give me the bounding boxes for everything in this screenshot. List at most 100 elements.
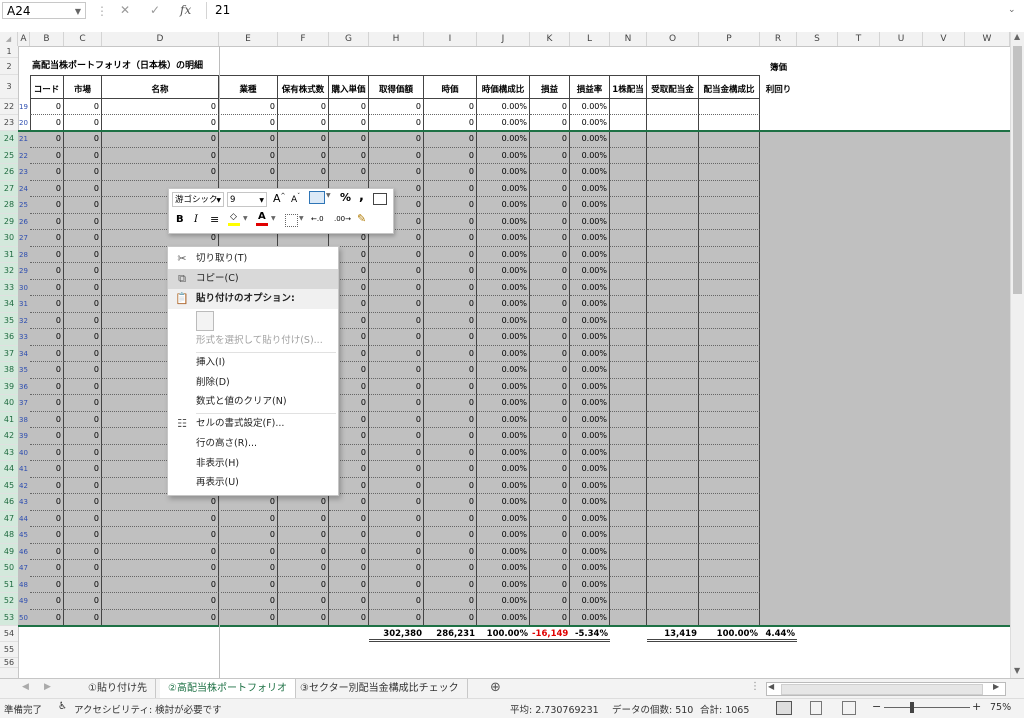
table-cell[interactable]: 0 (64, 115, 102, 131)
total-ratio[interactable]: 100.00% (477, 626, 530, 642)
table-cell[interactable]: 0.00% (477, 147, 530, 164)
row-no[interactable]: 38 (18, 411, 30, 428)
table-cell[interactable]: 0 (329, 510, 369, 527)
row-no[interactable]: 28 (18, 246, 30, 263)
row-header-35[interactable]: 35 (0, 312, 18, 329)
tab-portfolio[interactable]: ②高配当株ポートフォリオ (160, 679, 296, 700)
menu-item-copy[interactable]: ⧉ コピー(C) (168, 269, 338, 289)
table-cell[interactable]: 0.00% (570, 115, 610, 131)
table-cell[interactable]: 0 (30, 461, 64, 478)
table-cell[interactable]: 0.00% (477, 296, 530, 313)
table-cell[interactable] (699, 444, 760, 461)
table-cell[interactable]: 0.00% (570, 99, 610, 115)
table-cell[interactable] (610, 296, 647, 313)
table-cell[interactable] (647, 131, 699, 148)
table-cell[interactable]: 0 (369, 312, 424, 329)
table-cell[interactable]: 0 (424, 131, 477, 148)
table-cell[interactable]: 0 (424, 378, 477, 395)
table-cell[interactable]: 0 (424, 263, 477, 280)
table-cell[interactable] (610, 593, 647, 610)
decrease-font-icon[interactable]: Aˇ (291, 193, 300, 205)
table-cell[interactable]: 0.00% (570, 428, 610, 445)
row-header-42[interactable]: 42 (0, 428, 18, 445)
next-sheet-icon[interactable]: ▶ (44, 682, 51, 692)
column-header-f[interactable]: F (278, 32, 329, 46)
row-no[interactable]: 30 (18, 279, 30, 296)
table-cell[interactable]: 0 (64, 362, 102, 379)
table-cell[interactable] (610, 147, 647, 164)
selected-cell[interactable] (760, 461, 1010, 478)
table-cell[interactable]: 0 (219, 115, 278, 131)
row-no[interactable]: 42 (18, 477, 30, 494)
bold-icon[interactable]: B (176, 214, 184, 225)
table-cell[interactable]: 0 (278, 147, 329, 164)
row-header-41[interactable]: 41 (0, 411, 18, 428)
table-cell[interactable]: 0 (424, 230, 477, 247)
table-cell[interactable] (699, 609, 760, 626)
table-cell[interactable]: 0.00% (477, 543, 530, 560)
table-cell[interactable]: 0.00% (477, 560, 530, 577)
table-cell[interactable]: 0 (369, 428, 424, 445)
row-no[interactable]: 39 (18, 428, 30, 445)
table-cell[interactable]: 0 (530, 362, 570, 379)
row-header-1[interactable]: 1 (0, 46, 18, 58)
table-cell[interactable]: 0.00% (570, 213, 610, 230)
table-cell[interactable] (610, 609, 647, 626)
table-cell[interactable]: 0 (219, 527, 278, 544)
table-cell[interactable]: 0 (30, 147, 64, 164)
scroll-down-icon[interactable]: ▼ (1014, 666, 1020, 675)
table-cell[interactable] (647, 395, 699, 412)
table-cell[interactable]: 0 (64, 560, 102, 577)
table-cell[interactable] (699, 477, 760, 494)
table-cell[interactable] (647, 428, 699, 445)
expand-formula-icon[interactable]: ⌄ (1008, 5, 1016, 15)
table-cell[interactable]: 0 (102, 164, 219, 181)
table-cell[interactable]: 0 (219, 494, 278, 511)
decrease-decimal-icon[interactable]: .00→ (334, 215, 351, 223)
table-cell[interactable]: 0 (64, 428, 102, 445)
table-cell[interactable]: 0.00% (477, 461, 530, 478)
row-header-30[interactable]: 30 (0, 230, 18, 247)
table-cell[interactable] (610, 510, 647, 527)
menu-item-row-height[interactable]: 行の高さ(R)... (168, 434, 338, 454)
selected-cell[interactable] (760, 362, 1010, 379)
table-cell[interactable] (610, 576, 647, 593)
row-no[interactable]: 21 (18, 131, 30, 148)
table-cell[interactable] (699, 230, 760, 247)
selected-cell[interactable] (760, 263, 1010, 280)
table-cell[interactable] (699, 362, 760, 379)
table-cell[interactable]: 0 (369, 147, 424, 164)
zoom-slider-thumb[interactable] (910, 702, 914, 713)
table-cell[interactable] (610, 263, 647, 280)
table-cell[interactable] (610, 461, 647, 478)
table-cell[interactable]: 0 (219, 99, 278, 115)
table-cell[interactable]: 0 (530, 461, 570, 478)
column-header-e[interactable]: E (219, 32, 278, 46)
row-no[interactable]: 45 (18, 527, 30, 544)
table-cell[interactable]: 0 (530, 543, 570, 560)
table-cell[interactable]: 0 (369, 560, 424, 577)
comma-style-icon[interactable]: , (359, 189, 364, 204)
total-acq[interactable]: 302,380 (369, 626, 424, 642)
row-header-33[interactable]: 33 (0, 279, 18, 296)
table-cell[interactable] (647, 312, 699, 329)
row-header-38[interactable]: 38 (0, 362, 18, 379)
table-cell[interactable]: 0 (369, 378, 424, 395)
table-cell[interactable]: 0.00% (570, 263, 610, 280)
column-header-s[interactable]: S (797, 32, 838, 46)
table-cell[interactable] (610, 477, 647, 494)
table-cell[interactable]: 0 (30, 593, 64, 610)
table-cell[interactable]: 0 (329, 131, 369, 148)
format-table-icon[interactable] (373, 193, 387, 205)
selected-cell[interactable] (760, 576, 1010, 593)
table-cell[interactable] (699, 378, 760, 395)
table-cell[interactable]: 0 (530, 494, 570, 511)
table-cell[interactable] (699, 494, 760, 511)
table-cell[interactable] (610, 444, 647, 461)
fill-color-icon[interactable]: ◇ (228, 212, 240, 226)
selected-cell[interactable] (760, 395, 1010, 412)
table-cell[interactable]: 0 (278, 527, 329, 544)
table-cell[interactable]: 0.00% (477, 395, 530, 412)
chevron-down-icon[interactable]: ▼ (259, 193, 264, 208)
row-no[interactable]: 35 (18, 362, 30, 379)
